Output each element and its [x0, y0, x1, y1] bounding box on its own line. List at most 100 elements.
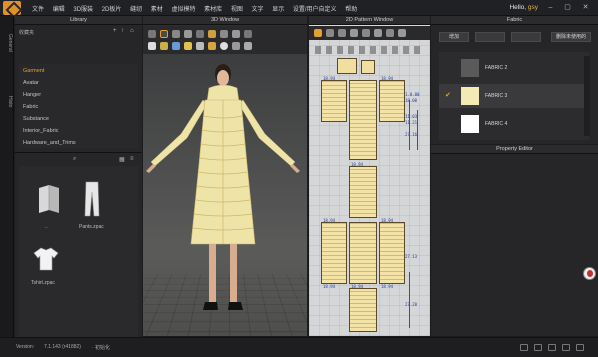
fabric-label: FABRIC 3: [485, 93, 508, 99]
fabric-brush-icon[interactable]: [148, 42, 156, 50]
avatar-tool-icon[interactable]: [220, 42, 228, 50]
pattern-piece[interactable]: [379, 80, 405, 122]
minimize-icon[interactable]: –: [546, 3, 555, 12]
zipper-icon[interactable]: [196, 42, 204, 50]
move-icon[interactable]: [160, 30, 168, 38]
folder-up-icon[interactable]: ↑: [121, 28, 124, 34]
home-icon[interactable]: ⌂: [130, 28, 134, 34]
measure-icon[interactable]: [232, 30, 240, 38]
notch-icon[interactable]: [398, 29, 406, 37]
internal-line-icon[interactable]: [362, 29, 370, 37]
topstitch-icon[interactable]: [208, 42, 216, 50]
steam-icon[interactable]: [244, 30, 252, 38]
search-icon[interactable]: ⌕: [73, 156, 76, 163]
menu-material[interactable]: 素材: [151, 4, 163, 13]
pattern-piece[interactable]: [361, 60, 375, 74]
menu-avatar[interactable]: 虚拟模特: [171, 4, 195, 13]
fabric-scrollbar[interactable]: [584, 56, 590, 136]
pattern-piece[interactable]: [349, 80, 377, 160]
folder-icon[interactable]: [37, 184, 61, 214]
fabric-action-button[interactable]: [511, 32, 541, 42]
user-greeting[interactable]: Hello, gsy: [509, 4, 538, 11]
fabric-swatch: [461, 115, 479, 133]
menu-edit[interactable]: 编辑: [53, 4, 65, 13]
button-tool-icon[interactable]: [184, 42, 192, 50]
pattern-piece[interactable]: [321, 222, 347, 284]
library-panel: Library 收藏夹 + ↑ ⌂ Garment Avatar Hanger …: [15, 16, 142, 346]
fabric-action-button[interactable]: [475, 32, 505, 42]
dimension-line: [409, 272, 410, 328]
library-item-fabric[interactable]: Fabric: [23, 104, 38, 110]
library-item-hanger[interactable]: Hanger: [23, 92, 41, 98]
fabric-item[interactable]: FABRIC 2: [439, 56, 589, 80]
pin-icon[interactable]: [184, 30, 192, 38]
3d-window-title: 3D Window: [143, 16, 307, 25]
menu-help[interactable]: 帮助: [345, 4, 357, 13]
pattern-canvas[interactable]: 18.94 18.94 1.0.00 18.00 11.03 11.21 27.…: [309, 40, 430, 336]
transform-icon[interactable]: [172, 30, 180, 38]
library-item-garment[interactable]: Garment: [23, 68, 44, 74]
layout-icon[interactable]: [548, 344, 556, 351]
menu-library[interactable]: 素材库: [204, 4, 222, 13]
remove-unused-button[interactable]: 删除未使用的: [551, 32, 591, 42]
tab-general[interactable]: General: [1, 34, 13, 52]
menu-view[interactable]: 视图: [231, 4, 243, 13]
view-icon[interactable]: [520, 344, 528, 351]
library-item-substance[interactable]: Substance: [23, 116, 49, 122]
select-icon[interactable]: [148, 30, 156, 38]
library-item-interior-fabric[interactable]: Interior_Fabric: [23, 128, 58, 134]
tab-history[interactable]: Histo: [1, 96, 13, 107]
menu-sewing[interactable]: 缝纫: [130, 4, 142, 13]
add-fabric-button[interactable]: 增加: [439, 32, 469, 42]
measurement-label: 18.94: [323, 76, 336, 81]
grid-view-icon[interactable]: ▦: [119, 156, 125, 163]
app-logo-icon[interactable]: [3, 1, 21, 15]
fabric-panel: Fabric 增加 删除未使用的 FABRIC 2 ✔ FABRIC 3 FAB…: [431, 16, 598, 144]
close-icon[interactable]: ✕: [581, 3, 590, 12]
pattern-piece[interactable]: [321, 80, 347, 122]
pattern-piece[interactable]: [349, 288, 377, 332]
pattern-piece[interactable]: [379, 222, 405, 284]
list-view-icon[interactable]: ≡: [130, 156, 134, 162]
measurement-label: 18.94: [381, 284, 394, 289]
tshirt-icon[interactable]: [33, 246, 59, 272]
graphic-icon[interactable]: [172, 42, 180, 50]
menu-file[interactable]: 文件: [32, 4, 44, 13]
export-icon[interactable]: [244, 42, 252, 50]
tack-icon[interactable]: [196, 30, 204, 38]
library-item-avatar[interactable]: Avatar: [23, 80, 39, 86]
user-avatar-icon[interactable]: [583, 267, 596, 280]
fabric-item[interactable]: ✔ FABRIC 3: [439, 84, 589, 108]
menu-2d-pattern[interactable]: 2D板片: [102, 4, 122, 13]
library-item-hardware-and-trims[interactable]: Hardware_and_Trims: [23, 140, 76, 146]
fabric-item[interactable]: FABRIC 4: [439, 112, 589, 136]
edit-point-icon[interactable]: [326, 29, 334, 37]
menu-settings[interactable]: 设置/用户自定义: [293, 4, 337, 13]
avatar-model[interactable]: [143, 54, 307, 336]
menu-3d-garment[interactable]: 3D服装: [73, 4, 93, 13]
menu-text[interactable]: 文字: [252, 4, 264, 13]
3d-viewport[interactable]: [143, 54, 307, 336]
free-sewing-icon[interactable]: [386, 29, 394, 37]
pattern-piece[interactable]: [349, 166, 377, 218]
pattern-piece[interactable]: [349, 222, 377, 284]
pattern-piece[interactable]: [337, 58, 357, 74]
library-header-label: 收藏夹: [19, 30, 35, 36]
render-icon[interactable]: [562, 344, 570, 351]
library-title: Library: [15, 16, 142, 25]
texture-icon[interactable]: [160, 42, 168, 50]
segment-sewing-icon[interactable]: [374, 29, 382, 37]
menu-bar: 文件 编辑 3D服装 2D板片 缝纫 素材 虚拟模特 素材库 视图 文字 显示 …: [0, 0, 598, 16]
pants-icon[interactable]: [83, 180, 101, 218]
rectangle-icon[interactable]: [350, 29, 358, 37]
maximize-icon[interactable]: ▢: [563, 3, 572, 12]
hanger-icon[interactable]: [232, 42, 240, 50]
fold-icon[interactable]: [220, 30, 228, 38]
add-icon[interactable]: +: [113, 28, 117, 34]
simulate-icon[interactable]: [208, 30, 216, 38]
edit-pattern-icon[interactable]: [314, 29, 322, 37]
menu-display[interactable]: 显示: [272, 4, 284, 13]
polygon-icon[interactable]: [338, 29, 346, 37]
settings-icon[interactable]: [576, 344, 584, 351]
window-layout-icon[interactable]: [534, 344, 542, 351]
